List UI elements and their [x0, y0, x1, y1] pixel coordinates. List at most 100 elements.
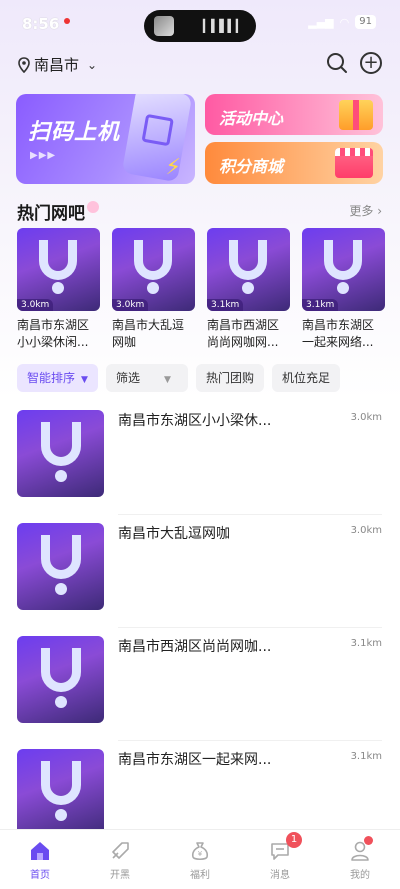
cafe-name: 南昌市西湖区尚尚网咖... — [118, 639, 272, 655]
cafe-name: 南昌市东湖区一起来网... — [118, 752, 272, 768]
cafe-thumbnail — [17, 636, 104, 723]
cafe-logo-icon — [134, 240, 172, 280]
shop-icon — [335, 148, 373, 178]
hot-cafe-row: 3.0km 南昌市东湖区小小梁休闲... 3.0km 南昌市大乱逗网咖 3.1k… — [17, 228, 387, 351]
distance-label: 3.0km — [350, 412, 382, 423]
add-icon[interactable]: + — [360, 52, 382, 74]
points-mall-banner[interactable]: 积分商城 — [205, 142, 383, 184]
hot-cafe-card[interactable]: 3.0km 南昌市东湖区小小梁休闲... — [17, 228, 100, 351]
smart-sort-dropdown[interactable]: 智能排序 ▼ — [17, 364, 98, 392]
cafe-name: 南昌市西湖区尚尚网咖网... — [207, 318, 280, 349]
cafe-logo-icon — [41, 648, 81, 692]
cafe-logo-icon — [229, 240, 267, 280]
svg-text:¥: ¥ — [198, 850, 203, 858]
cafe-logo-icon — [324, 240, 362, 280]
cafe-logo-icon — [41, 761, 81, 805]
sort-label: 智能排序 — [27, 371, 76, 385]
cafe-logo-icon — [41, 422, 81, 466]
notification-dot — [364, 836, 373, 845]
cafe-name: 南昌市东湖区小小梁休... — [118, 413, 272, 429]
cafe-thumbnail: 3.0km — [17, 228, 100, 311]
cafe-name: 南昌市东湖区一起来网络... — [302, 318, 375, 349]
wifi-icon: ◠ — [339, 15, 350, 29]
cafe-name: 南昌市大乱逗网咖 — [112, 318, 185, 349]
notification-dot — [64, 18, 70, 24]
hot-cafe-card[interactable]: 3.1km 南昌市西湖区尚尚网咖网... — [207, 228, 290, 351]
cafe-thumbnail: 3.0km — [112, 228, 195, 311]
distance-badge: 3.1km — [207, 299, 244, 311]
filter-dropdown[interactable]: 筛选 ▼ — [105, 364, 188, 392]
audio-wave-icon: ▎▍▌▍▎ — [202, 19, 245, 33]
distance-label: 3.0km — [350, 525, 382, 536]
top-header: 南昌市 ⌄ + — [0, 52, 400, 78]
scan-login-banner[interactable]: 扫码上机 ▶▶▶ ⚡ — [16, 94, 195, 184]
tab-label: 开黑 — [110, 870, 130, 881]
tab-label: 消息 — [270, 870, 290, 881]
tab-label: 福利 — [190, 870, 210, 881]
unread-badge: 1 — [286, 832, 302, 848]
hot-cafe-card[interactable]: 3.1km 南昌市东湖区一起来网络... — [302, 228, 385, 351]
cafe-logo-icon — [41, 535, 81, 579]
media-thumbnail-icon — [154, 16, 174, 36]
location-pin-icon — [18, 56, 30, 73]
scan-banner-label: 扫码上机 — [28, 120, 121, 145]
cafe-thumbnail: 3.1km — [207, 228, 290, 311]
caret-down-icon: ▼ — [163, 375, 171, 385]
signal-icon: ▂▄▆ — [308, 15, 334, 29]
lightning-icon: ⚡ — [165, 155, 181, 180]
cafe-thumbnail — [17, 749, 104, 836]
seats-label: 机位充足 — [281, 371, 330, 385]
more-link[interactable]: 更多 › — [349, 202, 382, 219]
divider — [118, 627, 382, 628]
activity-center-banner[interactable]: 活动中心 — [205, 94, 383, 135]
bottom-tab-bar: 首页 开黑 ¥ 福利 1 消息 我的 — [0, 829, 400, 889]
caret-down-icon: ▼ — [81, 375, 88, 385]
tab-profile[interactable]: 我的 — [320, 830, 400, 889]
gift-box-icon — [339, 100, 373, 130]
cafe-name: 南昌市大乱逗网咖 — [118, 526, 230, 542]
distance-badge: 3.0km — [112, 299, 149, 311]
search-icon[interactable] — [326, 52, 348, 74]
list-item[interactable]: 南昌市西湖区尚尚网咖... 3.1km — [0, 632, 400, 745]
status-time: 8:56 — [22, 15, 60, 33]
cafe-logo-icon — [39, 240, 77, 280]
hot-cafe-card[interactable]: 3.0km 南昌市大乱逗网咖 — [112, 228, 195, 351]
tab-label: 首页 — [30, 870, 50, 881]
list-item[interactable]: 南昌市大乱逗网咖 3.0km — [0, 519, 400, 632]
section-title: 热门网吧 — [17, 199, 99, 224]
cafe-name: 南昌市东湖区小小梁休闲... — [17, 318, 90, 349]
distance-label: 3.1km — [350, 751, 382, 762]
divider — [118, 740, 382, 741]
filter-bar: 智能排序 ▼ 筛选 ▼ 热门团购 机位充足 — [17, 364, 340, 392]
chevron-down-icon: ⌄ — [87, 57, 98, 72]
tab-messages[interactable]: 1 消息 — [240, 830, 320, 889]
seats-available-chip[interactable]: 机位充足 — [271, 364, 340, 392]
rocket-icon — [112, 842, 129, 859]
cafe-thumbnail — [17, 523, 104, 610]
money-bag-icon: ¥ — [191, 842, 209, 861]
dynamic-island: ▎▍▌▍▎ — [144, 10, 256, 42]
distance-badge: 3.0km — [17, 299, 54, 311]
system-icons: ▂▄▆ ◠ 91 — [308, 15, 376, 29]
list-item[interactable]: 南昌市东湖区小小梁休... 3.0km — [0, 406, 400, 519]
divider — [118, 514, 382, 515]
status-bar: 8:56 ▎▍▌▍▎ ▂▄▆ ◠ 91 — [0, 0, 400, 46]
group-buy-chip[interactable]: 热门团购 — [195, 364, 264, 392]
distance-label: 3.1km — [350, 638, 382, 649]
activity-banner-label: 活动中心 — [219, 109, 284, 128]
mall-banner-label: 积分商城 — [219, 157, 284, 176]
filter-label: 筛选 — [115, 371, 140, 385]
city-label: 南昌市 — [34, 56, 80, 74]
home-icon — [31, 842, 49, 860]
tab-label: 我的 — [350, 870, 370, 881]
battery-icon: 91 — [355, 15, 376, 29]
tab-home[interactable]: 首页 — [0, 830, 80, 889]
cafe-thumbnail — [17, 410, 104, 497]
group-buy-label: 热门团购 — [205, 371, 254, 385]
cafe-list: 南昌市东湖区小小梁休... 3.0km 南昌市大乱逗网咖 3.0km 南昌市西湖… — [0, 406, 400, 858]
distance-badge: 3.1km — [302, 299, 339, 311]
tab-welfare[interactable]: ¥ 福利 — [160, 830, 240, 889]
cafe-thumbnail: 3.1km — [302, 228, 385, 311]
city-selector[interactable]: 南昌市 ⌄ — [18, 54, 97, 75]
tab-team-up[interactable]: 开黑 — [80, 830, 160, 889]
